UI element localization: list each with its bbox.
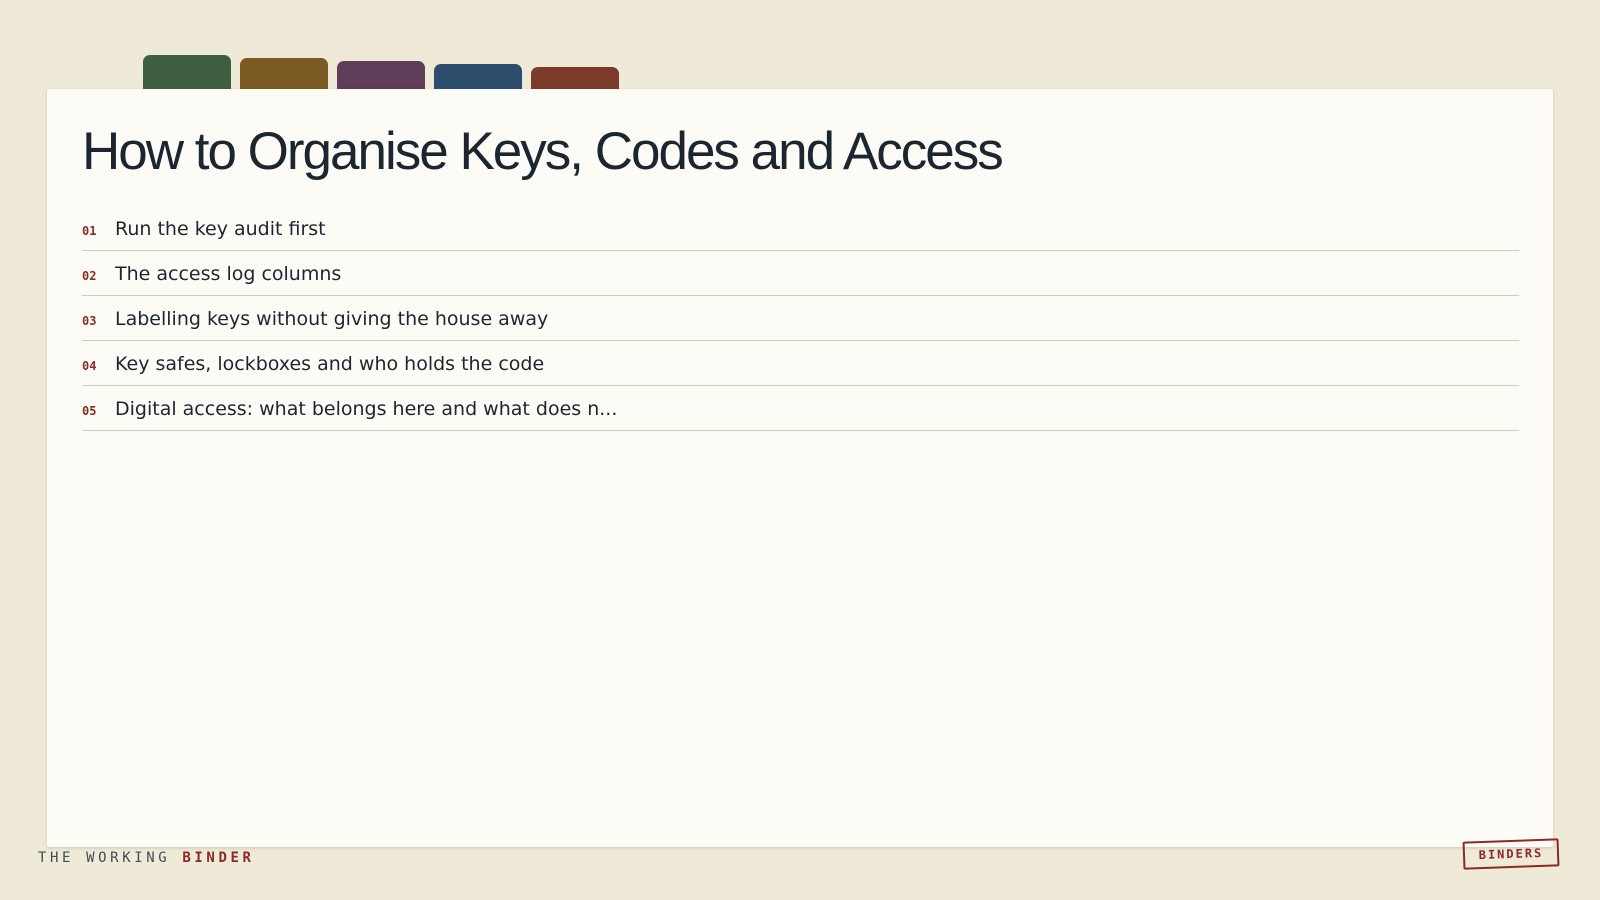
- section-tab-5[interactable]: [531, 67, 619, 90]
- toc-item-1[interactable]: 01 Run the key audit first: [82, 206, 1519, 251]
- toc-number: 01: [82, 223, 97, 238]
- toc-item-3[interactable]: 03 Labelling keys without giving the hou…: [82, 296, 1519, 341]
- page-title: How to Organise Keys, Codes and Access: [82, 122, 1004, 181]
- section-tabs: [143, 0, 743, 90]
- brand-accent: BINDER: [182, 850, 255, 866]
- toc-item-4[interactable]: 04 Key safes, lockboxes and who holds th…: [82, 341, 1519, 386]
- toc-label: The access log columns: [115, 263, 342, 285]
- table-of-contents: 01 Run the key audit first 02 The access…: [82, 206, 1519, 431]
- brand-prefix: THE WORKING: [38, 850, 183, 866]
- content-card: How to Organise Keys, Codes and Access 0…: [47, 89, 1553, 847]
- toc-item-5[interactable]: 05 Digital access: what belongs here and…: [82, 386, 1519, 431]
- binders-stamp: BINDERS: [1462, 838, 1560, 870]
- toc-number: 02: [82, 268, 97, 283]
- toc-number: 03: [82, 313, 97, 328]
- section-tab-1[interactable]: [143, 55, 231, 90]
- section-tab-4[interactable]: [434, 64, 522, 90]
- toc-item-2[interactable]: 02 The access log columns: [82, 251, 1519, 296]
- brand-wordmark: THE WORKING BINDER: [38, 850, 255, 866]
- toc-label: Digital access: what belongs here and wh…: [115, 398, 618, 420]
- toc-number: 05: [82, 403, 97, 418]
- toc-label: Labelling keys without giving the house …: [115, 308, 549, 330]
- section-tab-3[interactable]: [337, 61, 425, 90]
- toc-number: 04: [82, 358, 97, 373]
- toc-label: Key safes, lockboxes and who holds the c…: [115, 353, 545, 375]
- section-tab-2[interactable]: [240, 58, 328, 90]
- toc-label: Run the key audit first: [115, 218, 326, 240]
